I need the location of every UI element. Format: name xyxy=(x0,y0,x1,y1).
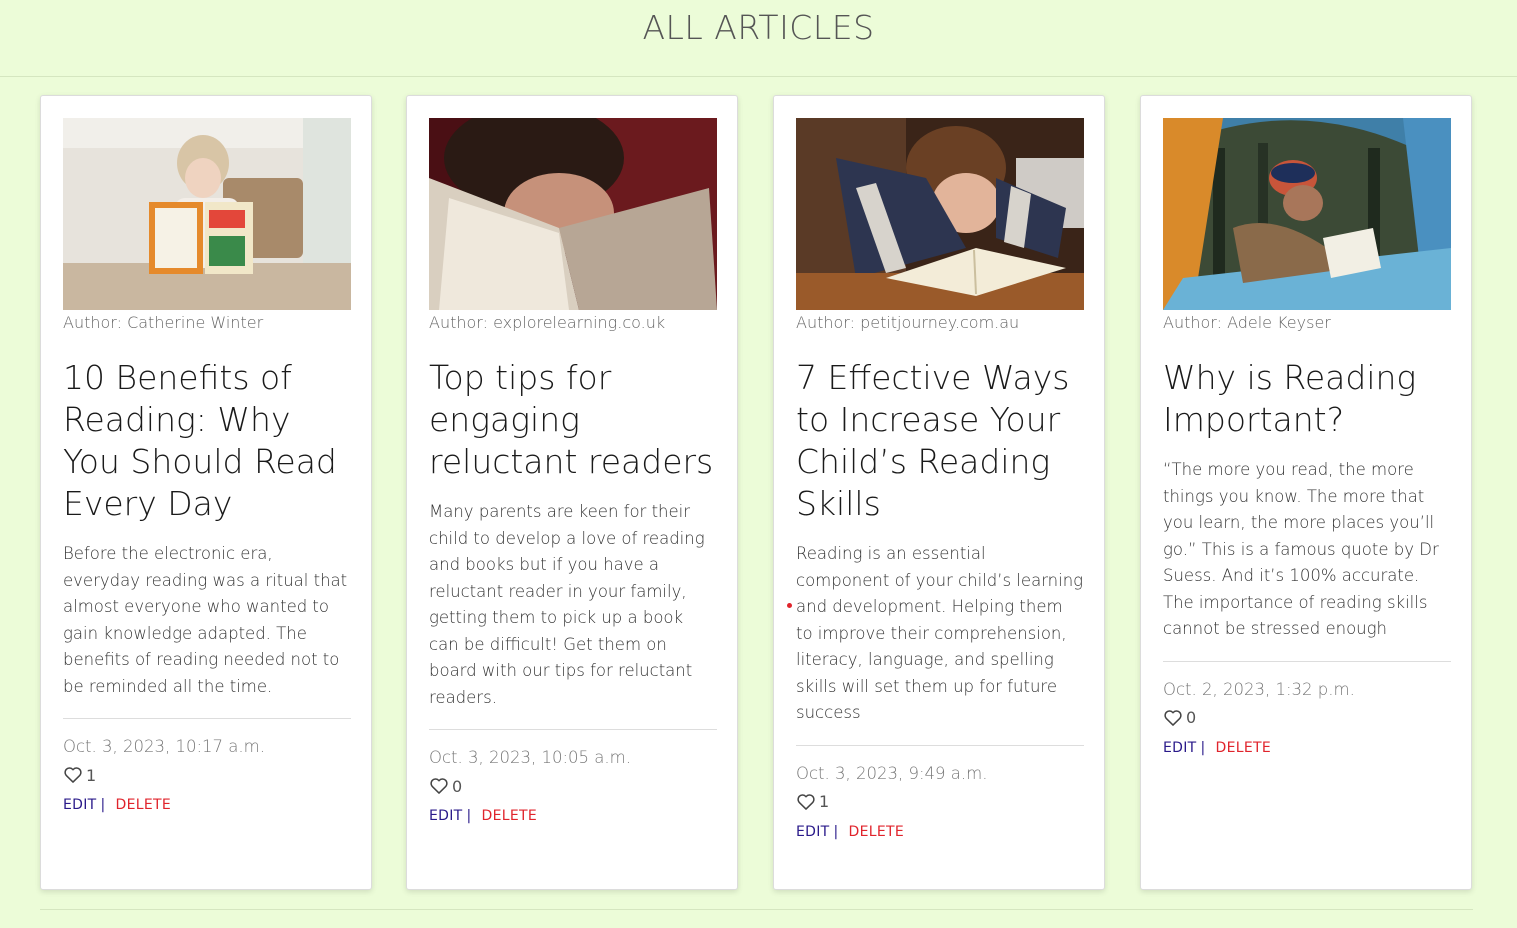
delete-link[interactable]: DELETE xyxy=(116,797,171,813)
edit-link[interactable]: EDIT xyxy=(796,824,830,840)
article-card: Author: explorelearning.co.uk Top tips f… xyxy=(406,95,738,890)
action-separator: | xyxy=(466,808,472,824)
article-card: Author: Catherine Winter 10 Benefits of … xyxy=(40,95,372,890)
like-control: 0 xyxy=(429,776,717,796)
article-date: Oct. 3, 2023, 10:17 a.m. xyxy=(63,737,265,756)
page-header: ALL ARTICLES xyxy=(0,0,1517,77)
delete-link[interactable]: DELETE xyxy=(482,808,537,824)
like-count: 1 xyxy=(819,792,830,811)
article-author: Author: petitjourney.com.au xyxy=(796,313,1020,332)
article-author: Author: Adele Keyser xyxy=(1163,313,1331,332)
like-control: 1 xyxy=(796,792,1084,812)
boy-reading-book-photo-icon xyxy=(796,118,1084,310)
delete-link[interactable]: DELETE xyxy=(1216,740,1271,756)
article-list: Author: Catherine Winter 10 Benefits of … xyxy=(40,95,1473,892)
article-actions: EDIT | DELETE xyxy=(796,824,1084,840)
edit-link[interactable]: EDIT xyxy=(429,808,463,824)
action-separator: | xyxy=(833,823,839,840)
card-divider xyxy=(429,729,717,730)
like-count: 1 xyxy=(86,765,97,785)
edit-link[interactable]: EDIT xyxy=(63,797,97,813)
article-image[interactable] xyxy=(796,118,1084,310)
card-divider xyxy=(796,744,1084,746)
article-author: Author: explorelearning.co.uk xyxy=(429,313,666,332)
child-reading-in-tent-photo-icon xyxy=(1163,118,1451,310)
like-count: 0 xyxy=(452,776,463,796)
article-title[interactable]: 10 Benefits of Reading: Why You Should R… xyxy=(63,357,351,525)
article-excerpt: Before the electronic era, everyday read… xyxy=(63,544,348,696)
action-separator: | xyxy=(100,797,106,813)
article-excerpt: Reading is an essential component of you… xyxy=(796,544,1084,722)
article-actions: EDIT | DELETE xyxy=(429,808,717,824)
heart-icon[interactable] xyxy=(63,765,83,785)
article-image[interactable] xyxy=(1163,118,1451,310)
heart-icon[interactable] xyxy=(429,776,449,796)
child-reading-book-photo-icon xyxy=(63,118,351,310)
article-date: Oct. 2, 2023, 1:32 p.m. xyxy=(1163,679,1355,699)
article-image[interactable] xyxy=(63,118,351,310)
heart-icon[interactable] xyxy=(1163,708,1183,728)
bottom-divider xyxy=(40,909,1473,910)
action-separator: | xyxy=(1200,739,1206,756)
article-author: Author: Catherine Winter xyxy=(63,313,264,332)
heart-icon[interactable] xyxy=(796,792,816,812)
article-actions: EDIT | DELETE xyxy=(63,797,351,813)
article-excerpt: “The more you read, the more things you … xyxy=(1163,460,1439,638)
like-control: 0 xyxy=(1163,708,1451,728)
page-title: ALL ARTICLES xyxy=(642,8,875,47)
article-title[interactable]: 7 Effective Ways to Increase Your Child’… xyxy=(796,357,1084,525)
article-card: Author: Adele Keyser Why is Reading Impo… xyxy=(1140,95,1472,890)
article-date: Oct. 3, 2023, 10:05 a.m. xyxy=(429,748,631,767)
article-date: Oct. 3, 2023, 9:49 a.m. xyxy=(796,763,988,783)
girl-behind-book-photo-icon xyxy=(429,118,717,310)
article-actions: EDIT | DELETE xyxy=(1163,740,1451,756)
like-count: 0 xyxy=(1186,708,1197,727)
article-excerpt: Many parents are keen for their child to… xyxy=(429,502,705,707)
article-card: Author: petitjourney.com.au 7 Effective … xyxy=(773,95,1105,890)
cursor-dot xyxy=(787,603,792,608)
article-title[interactable]: Why is Reading Important? xyxy=(1163,357,1451,441)
like-control: 1 xyxy=(63,765,351,785)
article-title[interactable]: Top tips for engaging reluctant readers xyxy=(429,357,717,483)
card-divider xyxy=(1163,660,1451,662)
delete-link[interactable]: DELETE xyxy=(849,824,904,840)
edit-link[interactable]: EDIT xyxy=(1163,740,1197,756)
card-divider xyxy=(63,718,351,719)
article-image[interactable] xyxy=(429,118,717,310)
